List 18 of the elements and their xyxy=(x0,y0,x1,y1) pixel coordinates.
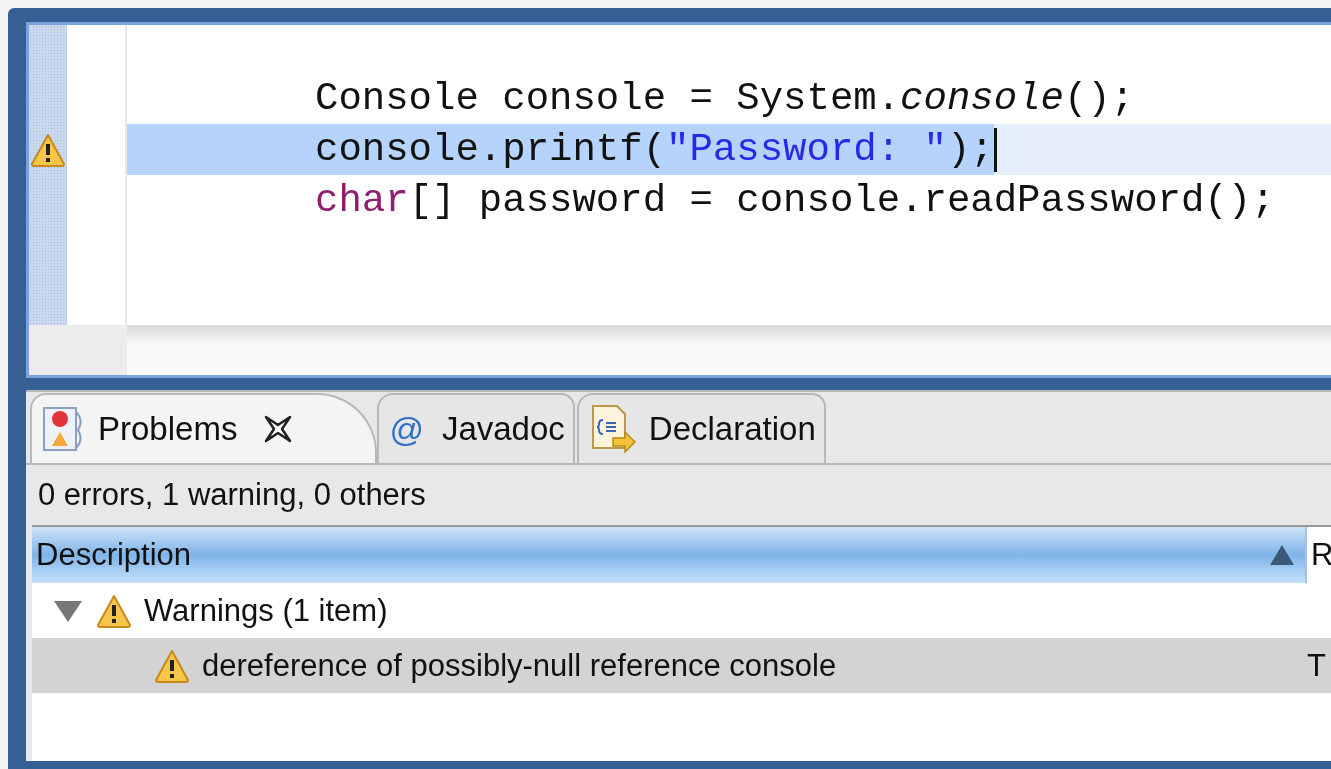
view-tab[interactable]: @ Javadoc xyxy=(377,393,575,463)
column-header[interactable]: Description xyxy=(32,527,1307,583)
warning-icon xyxy=(96,593,132,628)
problems-summary: 0 errors, 1 warning, 0 others xyxy=(37,476,427,514)
tree-label: Warnings (1 item) xyxy=(144,592,388,629)
table-cell-text: T xyxy=(1307,647,1327,684)
code-line: char[] password = console.readPassword(); xyxy=(314,177,1275,225)
tree-row[interactable]: Warnings (1 item) xyxy=(32,583,1331,638)
view-tab[interactable]: Problems xyxy=(30,393,378,463)
code-editor[interactable]: Console console = System.console(); console.printf("Password: "); char[] password = console.readPassword(); xyxy=(26,22,1331,378)
sort-ascending-icon xyxy=(1269,544,1295,566)
text-cursor xyxy=(993,127,997,172)
warning-icon xyxy=(154,648,190,683)
tree-label: dereference of possibly-null reference console xyxy=(202,647,837,684)
at-sign-icon: @ xyxy=(389,409,424,449)
view-tab[interactable]: Declaration xyxy=(576,393,826,463)
code-line: Console console = System.console(); xyxy=(314,75,1135,123)
tree-row[interactable]: dereference of possibly-null reference console T xyxy=(32,638,1331,693)
